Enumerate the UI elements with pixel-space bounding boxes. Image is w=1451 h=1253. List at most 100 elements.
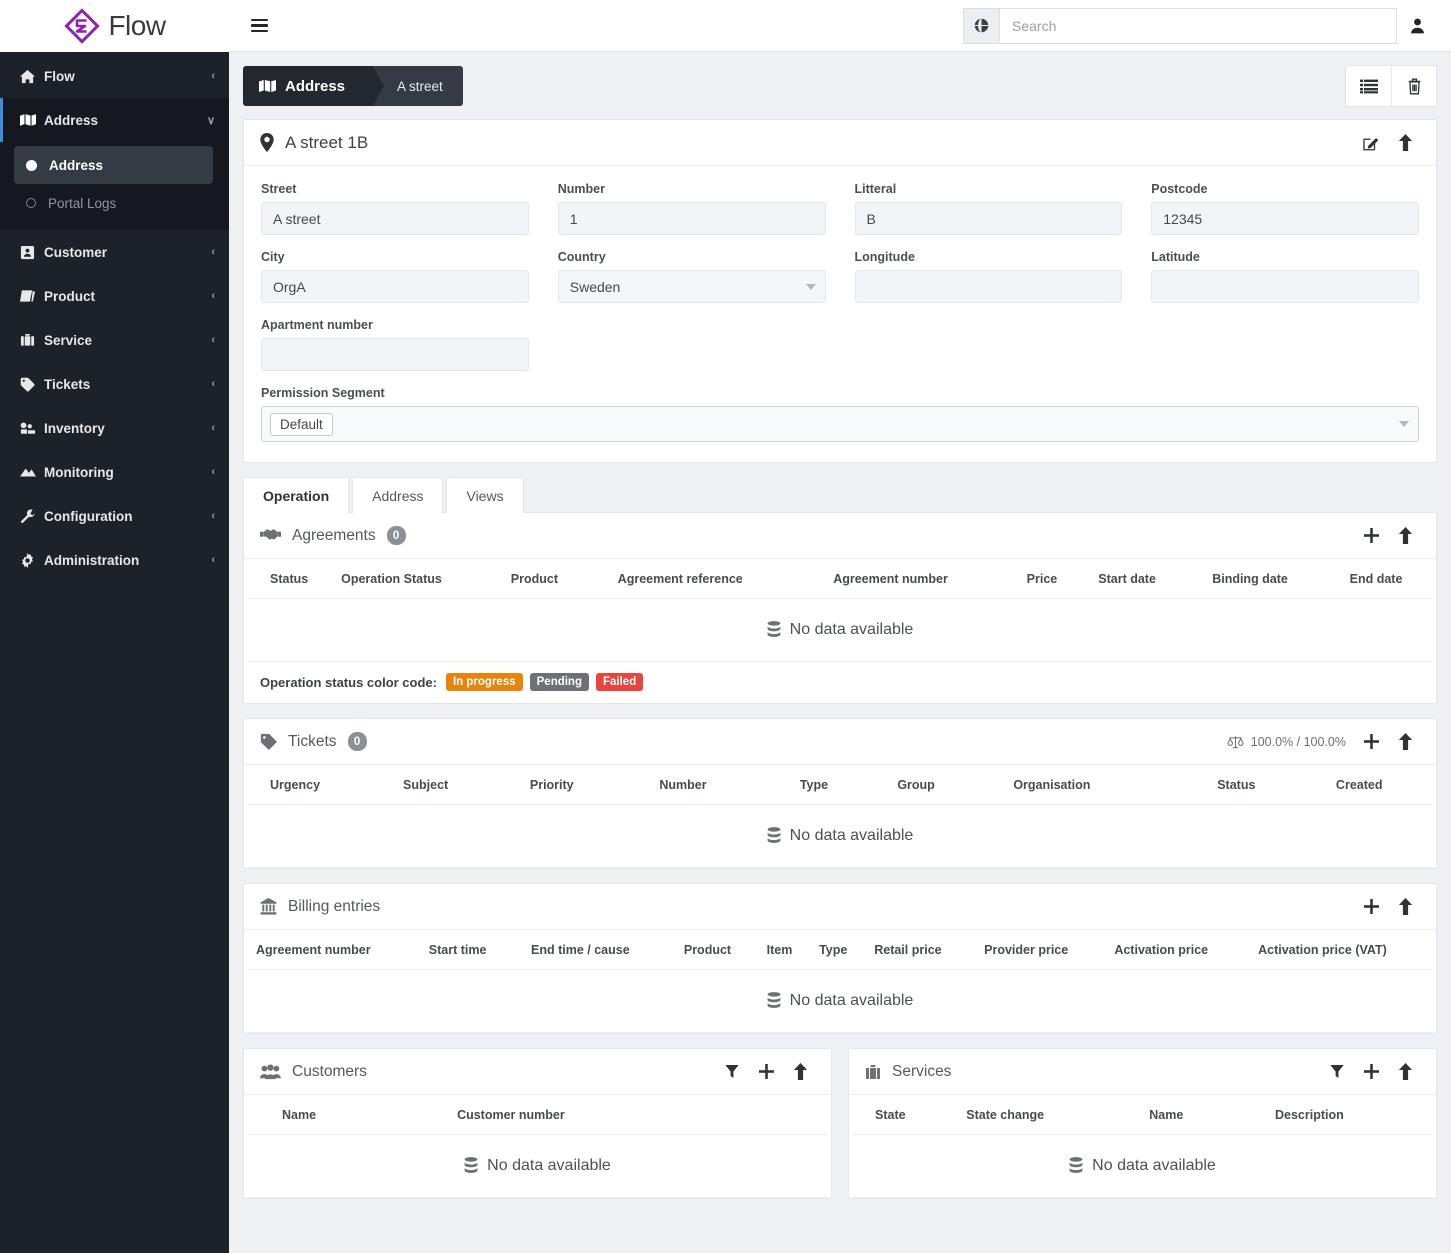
- add-agreement-button[interactable]: [1354, 519, 1388, 553]
- breadcrumb-primary[interactable]: Address: [243, 66, 385, 106]
- sidebar-item-customer[interactable]: Customer ‹: [0, 230, 229, 274]
- column-header[interactable]: Status: [248, 559, 334, 599]
- sidebar-item-inventory[interactable]: Inventory ‹: [0, 406, 229, 450]
- sidebar-subitem-label: Portal Logs: [48, 195, 117, 211]
- country-select[interactable]: Sweden: [557, 270, 826, 303]
- add-billing-entry-button[interactable]: [1354, 890, 1388, 924]
- column-header[interactable]: Activation price: [1102, 930, 1245, 970]
- column-header[interactable]: Organisation: [981, 765, 1168, 805]
- column-header[interactable]: Customer number: [439, 1095, 827, 1135]
- table-header-row: Name Customer number: [248, 1095, 827, 1135]
- empty-state: No data available: [256, 992, 1424, 1010]
- sidebar-item-flow[interactable]: Flow ‹: [0, 54, 229, 98]
- sidebar-item-tickets[interactable]: Tickets ‹: [0, 362, 229, 406]
- column-header[interactable]: Urgency: [248, 765, 376, 805]
- user-menu-button[interactable]: [1397, 18, 1437, 34]
- column-header[interactable]: Priority: [503, 765, 628, 805]
- delete-button[interactable]: [1391, 66, 1436, 106]
- billing-header: Billing entries: [244, 884, 1436, 930]
- longitude-input[interactable]: [854, 270, 1123, 303]
- edit-button[interactable]: [1354, 126, 1388, 160]
- number-input[interactable]: 1: [557, 202, 826, 235]
- column-header[interactable]: End time / cause: [515, 930, 668, 970]
- sidebar-item-label: Administration: [44, 552, 140, 568]
- column-header[interactable]: Group: [877, 765, 982, 805]
- sidebar-item-administration[interactable]: Administration ‹: [0, 538, 229, 582]
- sidebar-item-label: Service: [44, 332, 93, 348]
- table-header-row: Agreement number Start time End time / c…: [248, 930, 1432, 970]
- add-service-button[interactable]: [1354, 1055, 1388, 1089]
- column-header[interactable]: Agreement number: [248, 930, 411, 970]
- column-header[interactable]: Activation price (VAT): [1244, 930, 1432, 970]
- column-header[interactable]: Subject: [375, 765, 504, 805]
- tag-icon: [20, 377, 44, 392]
- search-input[interactable]: [999, 7, 1397, 44]
- sidebar-item-address[interactable]: Address ∨: [0, 98, 229, 142]
- litteral-input[interactable]: B: [854, 202, 1123, 235]
- filter-button[interactable]: [1320, 1055, 1354, 1089]
- hamburger-icon[interactable]: [251, 15, 273, 37]
- street-input[interactable]: A street: [261, 202, 529, 235]
- column-header[interactable]: Type: [765, 765, 878, 805]
- tab-operation[interactable]: Operation: [243, 477, 350, 513]
- collapse-button[interactable]: [1388, 126, 1422, 160]
- tab-views[interactable]: Views: [446, 477, 524, 513]
- column-header[interactable]: Retail price: [866, 930, 971, 970]
- globe-icon[interactable]: [963, 7, 999, 44]
- field-number: Number 1: [557, 182, 826, 235]
- sidebar-item-configuration[interactable]: Configuration ‹: [0, 494, 229, 538]
- agreements-title-text: Agreements: [292, 526, 376, 544]
- column-header[interactable]: Description: [1242, 1095, 1432, 1135]
- add-customer-button[interactable]: [749, 1055, 783, 1089]
- brand-logo-area[interactable]: Flow: [0, 0, 229, 52]
- tickets-panel: Tickets 0 100.0% / 100.0% Urgency Subjec…: [243, 718, 1437, 869]
- column-header[interactable]: Created: [1319, 765, 1432, 805]
- list-view-button[interactable]: [1346, 66, 1391, 106]
- column-header[interactable]: Item: [756, 930, 812, 970]
- column-header[interactable]: Operation Status: [333, 559, 479, 599]
- map-icon: [20, 113, 44, 127]
- sidebar-item-service[interactable]: Service ‹: [0, 318, 229, 362]
- column-header[interactable]: Start time: [410, 930, 516, 970]
- column-header[interactable]: Product: [478, 559, 588, 599]
- column-header[interactable]: Agreement reference: [587, 559, 792, 599]
- column-header[interactable]: State change: [958, 1095, 1122, 1135]
- column-header[interactable]: Status: [1167, 765, 1320, 805]
- agreements-count-badge: 0: [386, 526, 406, 545]
- column-header[interactable]: Start date: [1082, 559, 1185, 599]
- column-header[interactable]: Name: [248, 1095, 440, 1135]
- services-actions: [1320, 1055, 1422, 1089]
- sidebar-item-product[interactable]: Product ‹: [0, 274, 229, 318]
- collapse-button[interactable]: [1388, 519, 1422, 553]
- add-ticket-button[interactable]: [1354, 725, 1388, 759]
- column-header[interactable]: Name: [1121, 1095, 1243, 1135]
- postcode-input[interactable]: 12345: [1151, 202, 1419, 235]
- sidebar-item-portal-logs[interactable]: Portal Logs: [14, 184, 213, 222]
- collapse-button[interactable]: [783, 1055, 817, 1089]
- column-header[interactable]: Binding date: [1184, 559, 1324, 599]
- collapse-button[interactable]: [1388, 1055, 1422, 1089]
- column-header[interactable]: Provider price: [970, 930, 1103, 970]
- collapse-button[interactable]: [1388, 725, 1422, 759]
- agreements-table: Status Operation Status Product Agreemen…: [248, 559, 1432, 662]
- chevron-down-icon: [1399, 421, 1409, 427]
- column-header[interactable]: End date: [1323, 559, 1432, 599]
- column-header[interactable]: Price: [996, 559, 1083, 599]
- city-input[interactable]: OrgA: [261, 270, 529, 303]
- column-header[interactable]: Number: [627, 765, 766, 805]
- column-header[interactable]: Agreement number: [791, 559, 997, 599]
- column-header[interactable]: Product: [667, 930, 757, 970]
- collapse-button[interactable]: [1388, 890, 1422, 924]
- sidebar-item-monitoring[interactable]: Monitoring ‹: [0, 450, 229, 494]
- latitude-input[interactable]: [1151, 270, 1419, 303]
- breadcrumb-secondary[interactable]: A street: [373, 66, 463, 106]
- permission-segment-select[interactable]: Default: [261, 406, 1419, 442]
- filter-button[interactable]: [715, 1055, 749, 1089]
- column-header[interactable]: Type: [811, 930, 867, 970]
- tab-address[interactable]: Address: [352, 477, 444, 513]
- apartment-number-input[interactable]: [261, 338, 529, 371]
- column-header[interactable]: State: [853, 1095, 959, 1135]
- sidebar-item-address-address[interactable]: Address: [14, 146, 213, 184]
- address-card-header: A street 1B: [244, 120, 1436, 166]
- sidebar-item-label: Flow: [44, 68, 75, 84]
